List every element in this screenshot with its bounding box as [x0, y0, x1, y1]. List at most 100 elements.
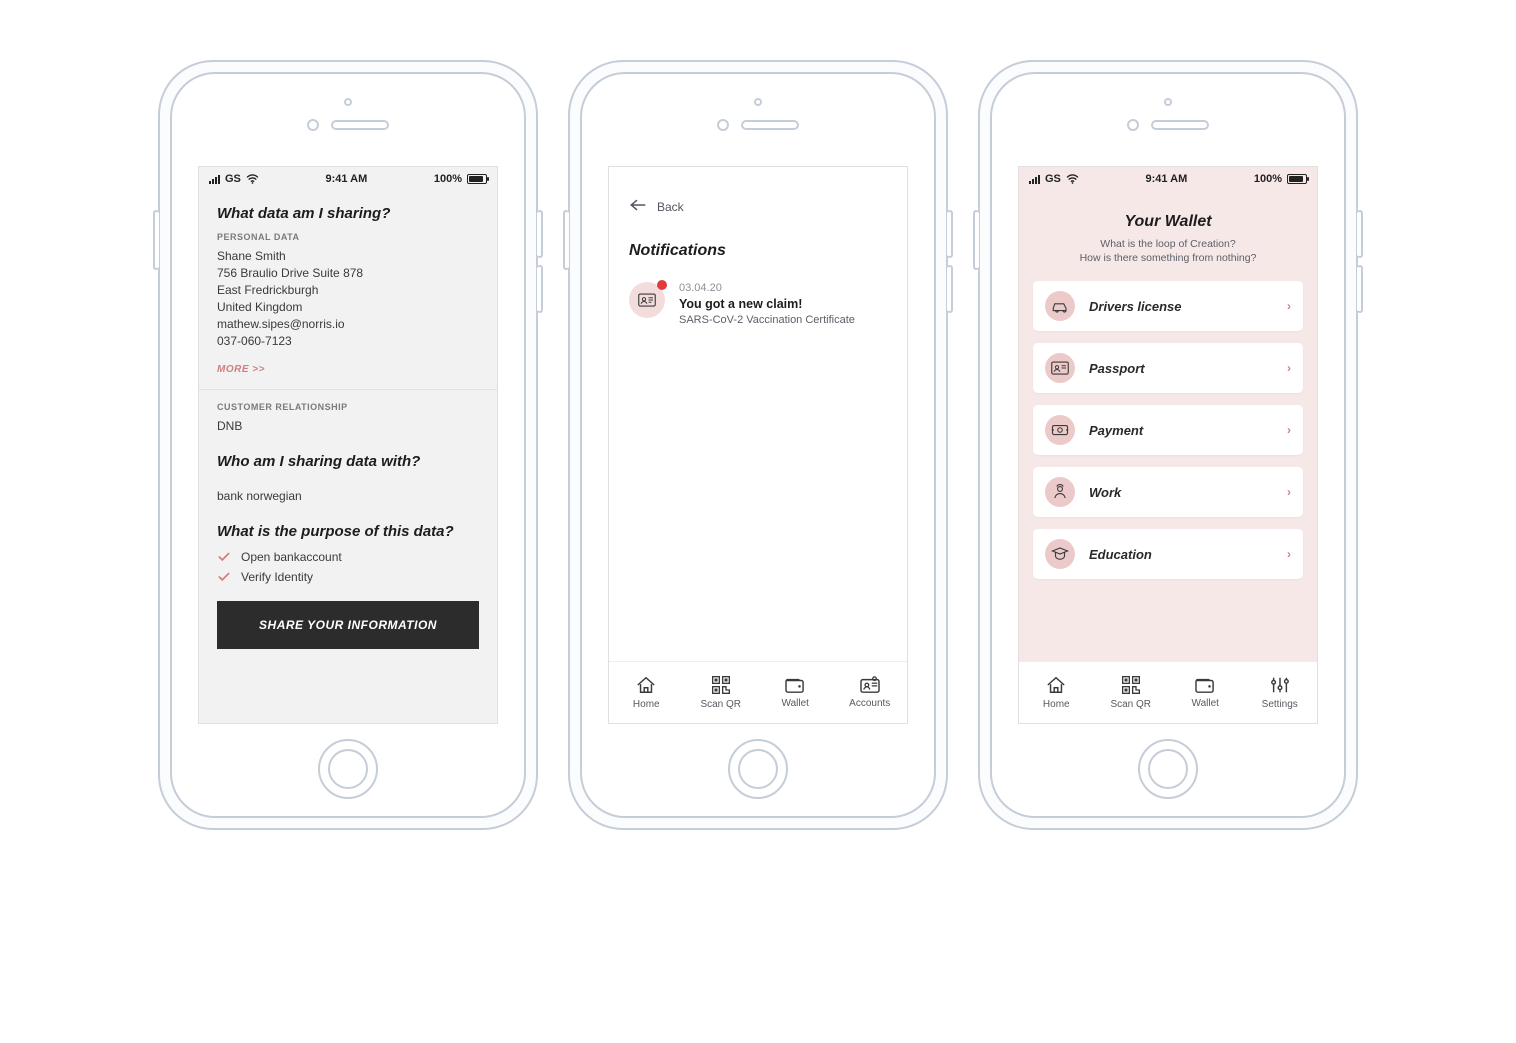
- purpose-item: Open bankaccount: [217, 550, 479, 564]
- tab-label: Settings: [1262, 699, 1298, 710]
- id-card-icon: [629, 282, 665, 318]
- chevron-right-icon: ›: [1287, 361, 1291, 375]
- id-card-icon: [1045, 353, 1075, 383]
- chevron-right-icon: ›: [1287, 547, 1291, 561]
- qr-icon: [711, 675, 731, 695]
- personal-phone: 037-060-7123: [217, 333, 479, 350]
- accounts-icon: [859, 676, 881, 694]
- tab-wallet[interactable]: Wallet: [1168, 662, 1243, 723]
- wallet-sub1: What is the loop of Creation?: [1100, 238, 1235, 250]
- personal-email: mathew.sipes@norris.io: [217, 316, 479, 333]
- tab-label: Accounts: [849, 698, 890, 709]
- notifications-heading: Notifications: [629, 242, 887, 260]
- graduation-icon: [1045, 539, 1075, 569]
- qr-icon: [1121, 675, 1141, 695]
- battery-percent: 100%: [1254, 173, 1282, 185]
- card-label: Payment: [1089, 423, 1273, 438]
- cash-icon: [1045, 415, 1075, 445]
- relationship-value: DNB: [217, 418, 479, 435]
- wifi-icon: [246, 174, 259, 184]
- wallet-card-work[interactable]: Work ›: [1033, 467, 1303, 517]
- signal-icon: [1029, 175, 1040, 184]
- home-button-hardware[interactable]: [1138, 739, 1198, 799]
- wallet-card-passport[interactable]: Passport ›: [1033, 343, 1303, 393]
- status-bar: GS 9:41 AM 100%: [199, 167, 497, 191]
- purpose-text: Verify Identity: [241, 570, 313, 584]
- wallet-icon: [1194, 676, 1216, 694]
- purpose-item: Verify Identity: [217, 570, 479, 584]
- card-label: Drivers license: [1089, 299, 1273, 314]
- personal-country: United Kingdom: [217, 299, 479, 316]
- wallet-card-drivers-license[interactable]: Drivers license ›: [1033, 281, 1303, 331]
- tab-bar: Home Scan QR Wallet Settings: [1019, 661, 1317, 723]
- phone-wallet: GS 9:41 AM 100% Your Wallet What is the …: [978, 60, 1358, 830]
- tab-accounts[interactable]: Accounts: [833, 662, 908, 723]
- wallet-icon: [784, 676, 806, 694]
- tab-label: Scan QR: [700, 699, 741, 710]
- share-button-label: SHARE YOUR INFORMATION: [259, 618, 437, 632]
- tab-label: Wallet: [782, 698, 809, 709]
- signal-icon: [209, 175, 220, 184]
- tab-scan-qr[interactable]: Scan QR: [1094, 662, 1169, 723]
- clock: 9:41 AM: [1145, 173, 1187, 185]
- wallet-card-payment[interactable]: Payment ›: [1033, 405, 1303, 455]
- tab-home[interactable]: Home: [1019, 662, 1094, 723]
- wallet-card-education[interactable]: Education ›: [1033, 529, 1303, 579]
- heading-who-sharing: Who am I sharing data with?: [217, 453, 479, 470]
- heading-purpose: What is the purpose of this data?: [217, 523, 479, 540]
- tab-label: Scan QR: [1110, 699, 1151, 710]
- back-button[interactable]: Back: [629, 199, 887, 214]
- back-label: Back: [657, 200, 684, 214]
- wallet-heading: Your Wallet: [1039, 213, 1297, 231]
- battery-icon: [1287, 174, 1307, 184]
- battery-icon: [467, 174, 487, 184]
- personal-address2: East Fredrickburgh: [217, 282, 479, 299]
- carrier-label: GS: [1045, 173, 1061, 185]
- chevron-right-icon: ›: [1287, 423, 1291, 437]
- worker-icon: [1045, 477, 1075, 507]
- label-personal-data: PERSONAL DATA: [217, 232, 479, 242]
- unread-dot-icon: [657, 280, 667, 290]
- personal-name: Shane Smith: [217, 248, 479, 265]
- tab-scan-qr[interactable]: Scan QR: [684, 662, 759, 723]
- who-value: bank norwegian: [217, 488, 479, 505]
- check-icon: [217, 570, 231, 584]
- notification-subtitle: SARS-CoV-2 Vaccination Certificate: [679, 314, 855, 326]
- tab-settings[interactable]: Settings: [1243, 662, 1318, 723]
- tab-home[interactable]: Home: [609, 662, 684, 723]
- tab-label: Home: [633, 699, 660, 710]
- status-bar: GS 9:41 AM 100%: [1019, 167, 1317, 191]
- notification-title: You got a new claim!: [679, 297, 855, 311]
- more-link[interactable]: MORE >>: [217, 364, 265, 375]
- purpose-text: Open bankaccount: [241, 550, 342, 564]
- carrier-label: GS: [225, 173, 241, 185]
- wifi-icon: [1066, 174, 1079, 184]
- home-icon: [1045, 675, 1067, 695]
- tab-label: Wallet: [1192, 698, 1219, 709]
- tab-wallet[interactable]: Wallet: [758, 662, 833, 723]
- check-icon: [217, 550, 231, 564]
- chevron-right-icon: ›: [1287, 485, 1291, 499]
- card-label: Work: [1089, 485, 1273, 500]
- phone-notifications: Back Notifications 03.04.20 You got a ne…: [568, 60, 948, 830]
- share-information-button[interactable]: SHARE YOUR INFORMATION: [217, 601, 479, 649]
- clock: 9:41 AM: [325, 173, 367, 185]
- wallet-sub2: How is there something from nothing?: [1080, 252, 1257, 264]
- back-arrow-icon: [629, 199, 647, 214]
- tab-bar: Home Scan QR Wallet Accounts: [609, 661, 907, 723]
- notification-item[interactable]: 03.04.20 You got a new claim! SARS-CoV-2…: [629, 282, 887, 326]
- card-label: Education: [1089, 547, 1273, 562]
- car-icon: [1045, 291, 1075, 321]
- card-label: Passport: [1089, 361, 1273, 376]
- home-icon: [635, 675, 657, 695]
- home-button-hardware[interactable]: [318, 739, 378, 799]
- settings-icon: [1269, 675, 1291, 695]
- notification-date: 03.04.20: [679, 282, 855, 294]
- home-button-hardware[interactable]: [728, 739, 788, 799]
- chevron-right-icon: ›: [1287, 299, 1291, 313]
- battery-percent: 100%: [434, 173, 462, 185]
- tab-label: Home: [1043, 699, 1070, 710]
- label-customer-relationship: CUSTOMER RELATIONSHIP: [217, 402, 479, 412]
- phone-share-data: GS 9:41 AM 100% What data am I sharing? …: [158, 60, 538, 830]
- heading-what-sharing: What data am I sharing?: [217, 205, 479, 222]
